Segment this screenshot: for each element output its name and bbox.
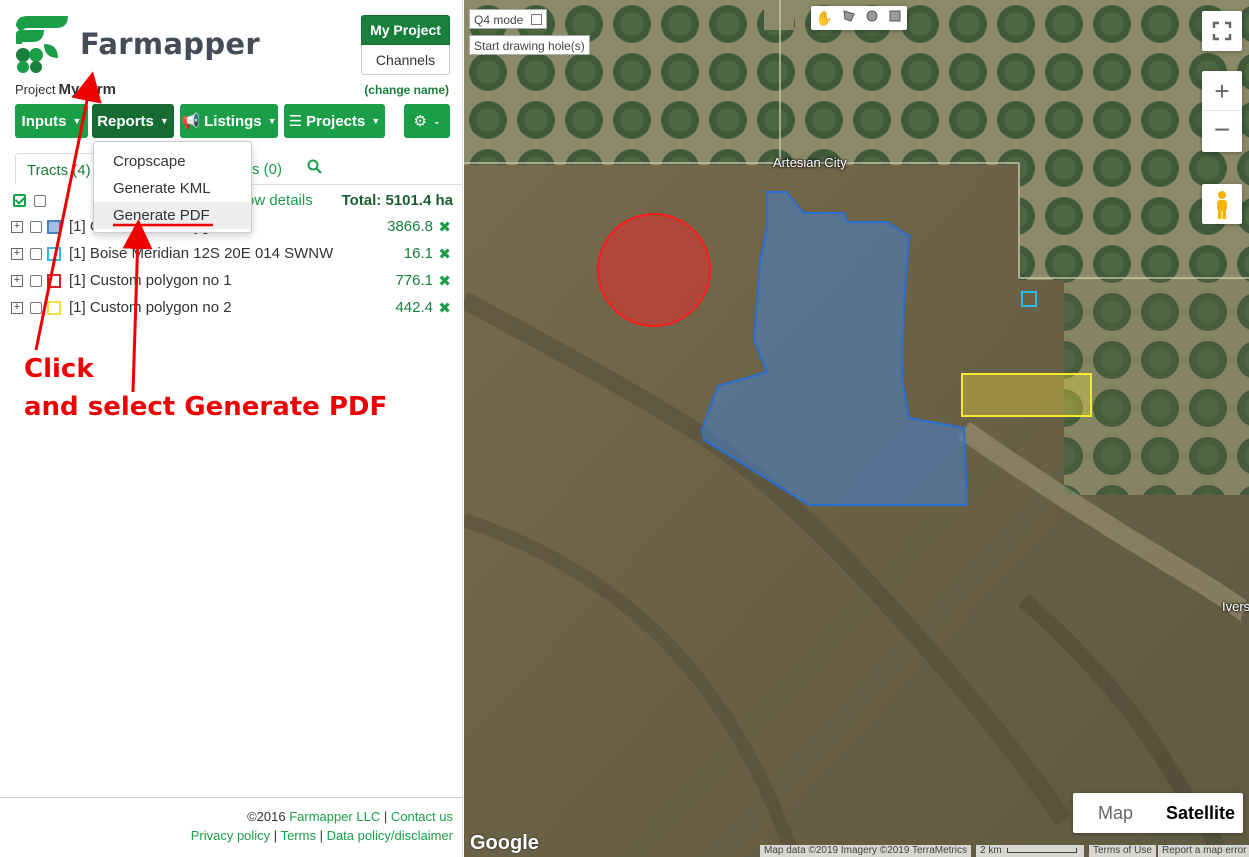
- map-scale: 2 km: [976, 845, 1084, 857]
- hand-pan-icon[interactable]: ✋: [816, 10, 833, 27]
- q4-mode-checkbox[interactable]: [530, 14, 542, 25]
- company-link[interactable]: Farmapper LLC: [289, 809, 380, 824]
- pegman-icon: [1217, 191, 1227, 219]
- zoom-control: + −: [1202, 71, 1242, 152]
- fullscreen-icon: [1212, 21, 1232, 41]
- edge-town-label: Ivers: [1222, 599, 1249, 614]
- satellite-imagery: [464, 0, 1249, 857]
- separator: |: [380, 809, 391, 824]
- polygon-tool-icon[interactable]: [842, 9, 856, 28]
- zoom-in-button[interactable]: +: [1202, 71, 1242, 111]
- map-type-control: Map Satellite: [1073, 793, 1243, 833]
- footer-line-2: Privacy policy | Terms | Data policy/dis…: [191, 828, 453, 843]
- annotation-arrows: [34, 71, 213, 393]
- fullscreen-button[interactable]: [1202, 11, 1242, 51]
- privacy-link[interactable]: Privacy policy: [191, 828, 270, 843]
- terms-link[interactable]: Terms: [281, 828, 316, 843]
- map-type-satellite-button[interactable]: Satellite: [1158, 793, 1243, 833]
- scale-bar: [1007, 847, 1078, 853]
- separator: |: [315, 828, 327, 843]
- drawing-toolbar: ✋: [811, 6, 907, 30]
- data-policy-link[interactable]: Data policy/disclaimer: [327, 828, 453, 843]
- tract-circle[interactable]: [597, 213, 711, 327]
- zoom-out-button[interactable]: −: [1202, 111, 1242, 151]
- footer-line-1: ©2016 Farmapper LLC | Contact us: [247, 809, 453, 824]
- circle-tool-icon[interactable]: [865, 9, 879, 28]
- footer-divider: [0, 797, 463, 798]
- start-drawing-holes-button[interactable]: Start drawing hole(s): [469, 35, 590, 55]
- google-logo: Google: [470, 832, 539, 854]
- city-label: Artesian City: [773, 155, 847, 170]
- copyright-text: ©2016: [247, 809, 290, 824]
- scale-label: 2 km: [980, 845, 1002, 856]
- left-panel: Farmapper My Project Channels Project My …: [0, 0, 463, 857]
- map-attribution: Map data ©2019 Imagery ©2019 TerraMetric…: [760, 845, 971, 857]
- rectangle-tool-icon[interactable]: [888, 9, 902, 28]
- tract-rectangle[interactable]: [961, 373, 1092, 417]
- map-type-map-button[interactable]: Map: [1073, 793, 1158, 833]
- map-view[interactable]: Artesian City Ivers Q4 mode Start drawin…: [464, 0, 1249, 857]
- separator: |: [270, 828, 281, 843]
- q4-mode-label: Q4 mode: [474, 13, 524, 27]
- report-map-error-link[interactable]: Report a map error: [1158, 845, 1249, 857]
- q4-mode-toggle[interactable]: Q4 mode: [469, 9, 547, 29]
- terms-of-use-link[interactable]: Terms of Use: [1089, 845, 1156, 857]
- street-view-button[interactable]: [1202, 184, 1242, 224]
- contact-link[interactable]: Contact us: [391, 809, 453, 824]
